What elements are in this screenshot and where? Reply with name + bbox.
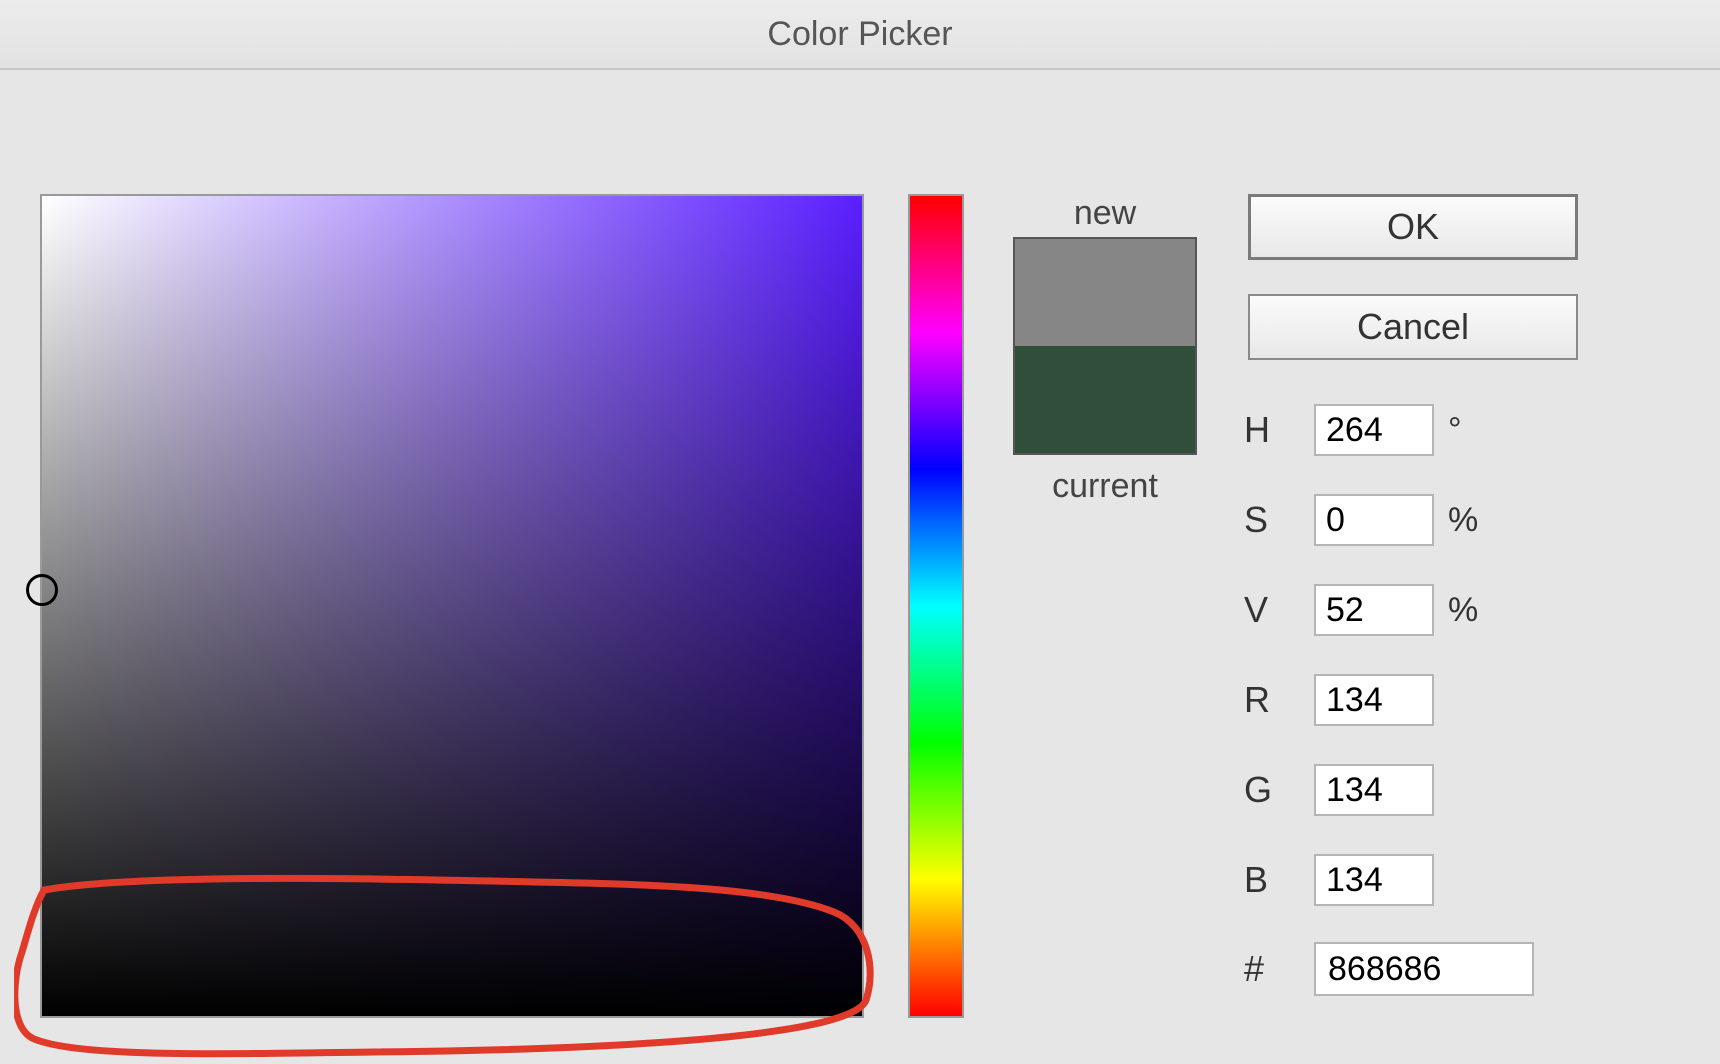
sv-black-layer [42, 196, 862, 1016]
green-label: G [1244, 769, 1314, 811]
value-input[interactable] [1314, 584, 1434, 636]
blue-label: B [1244, 859, 1314, 901]
saturation-input[interactable] [1314, 494, 1434, 546]
hex-label: # [1244, 948, 1314, 990]
color-swatch [1013, 237, 1197, 455]
hue-input[interactable] [1314, 404, 1434, 456]
blue-input[interactable] [1314, 854, 1434, 906]
value-unit: % [1448, 591, 1478, 630]
ok-button[interactable]: OK [1248, 194, 1578, 260]
hue-unit: ° [1448, 411, 1462, 450]
hex-input[interactable] [1314, 942, 1534, 996]
current-color-swatch [1015, 346, 1195, 453]
red-input[interactable] [1314, 674, 1434, 726]
green-input[interactable] [1314, 764, 1434, 816]
current-color-label: current [1000, 467, 1210, 506]
new-color-label: new [1000, 194, 1210, 233]
window-title: Color Picker [0, 0, 1720, 70]
hue-slider[interactable] [908, 194, 964, 1018]
hue-label: H [1244, 409, 1314, 451]
cancel-button[interactable]: Cancel [1248, 294, 1578, 360]
hue-gradient [910, 196, 962, 1016]
sv-picker[interactable] [40, 194, 864, 1018]
saturation-unit: % [1448, 501, 1478, 540]
new-color-swatch [1015, 239, 1195, 346]
saturation-label: S [1244, 499, 1314, 541]
red-label: R [1244, 679, 1314, 721]
value-label: V [1244, 589, 1314, 631]
